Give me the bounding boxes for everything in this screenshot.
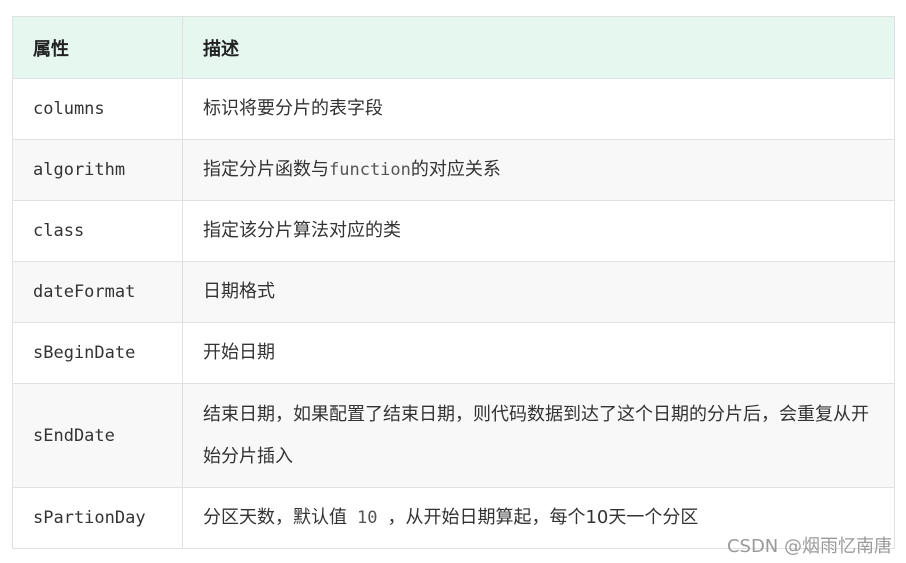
- attr-cell: class: [12, 200, 183, 262]
- csdn-watermark: CSDN @烟雨忆南唐: [726, 536, 892, 557]
- desc-text: ，从开始日期算起，每个: [387, 507, 586, 528]
- desc-text: 分区天数，默认值: [203, 507, 347, 528]
- desc-cell: 指定分片函数与function的对应关系: [182, 139, 895, 201]
- header-description: 描述: [182, 16, 895, 79]
- attr-cell: sPartionDay: [12, 487, 183, 549]
- attribute-table-container: 属性 描述 columns 标识将要分片的表字段 algorithm 指定分片函…: [12, 16, 895, 549]
- attr-cell: sBeginDate: [12, 322, 183, 384]
- table-row: columns 标识将要分片的表字段: [12, 78, 895, 140]
- attr-cell: dateFormat: [12, 261, 183, 323]
- table-row: class 指定该分片算法对应的类: [12, 200, 895, 262]
- attr-cell: sEndDate: [12, 383, 183, 488]
- table-header-row: 属性 描述: [12, 16, 895, 79]
- desc-cell: 开始日期: [182, 322, 895, 384]
- attr-cell: columns: [12, 78, 183, 140]
- table-row: sBeginDate 开始日期: [12, 322, 895, 384]
- inline-code: function: [329, 160, 411, 180]
- inline-code: 10: [357, 508, 378, 528]
- desc-cell: 标识将要分片的表字段: [182, 78, 895, 140]
- desc-text: 的对应关系: [410, 159, 501, 180]
- header-attribute: 属性: [12, 16, 183, 79]
- table-row: algorithm 指定分片函数与function的对应关系: [12, 139, 895, 201]
- desc-cell: 结束日期，如果配置了结束日期，则代码数据到达了这个日期的分片后，会重复从开始分片…: [182, 383, 895, 488]
- desc-text: 指定分片函数与: [203, 159, 329, 180]
- desc-cell: 指定该分片算法对应的类: [182, 200, 895, 262]
- attribute-table: 属性 描述 columns 标识将要分片的表字段 algorithm 指定分片函…: [12, 16, 895, 549]
- desc-cell: 日期格式: [182, 261, 895, 323]
- table-row: sEndDate 结束日期，如果配置了结束日期，则代码数据到达了这个日期的分片后…: [12, 383, 895, 488]
- table-row: dateFormat 日期格式: [12, 261, 895, 323]
- desc-text: 天一个分区: [608, 507, 699, 528]
- desc-text: 10: [585, 507, 609, 528]
- attr-cell: algorithm: [12, 139, 183, 201]
